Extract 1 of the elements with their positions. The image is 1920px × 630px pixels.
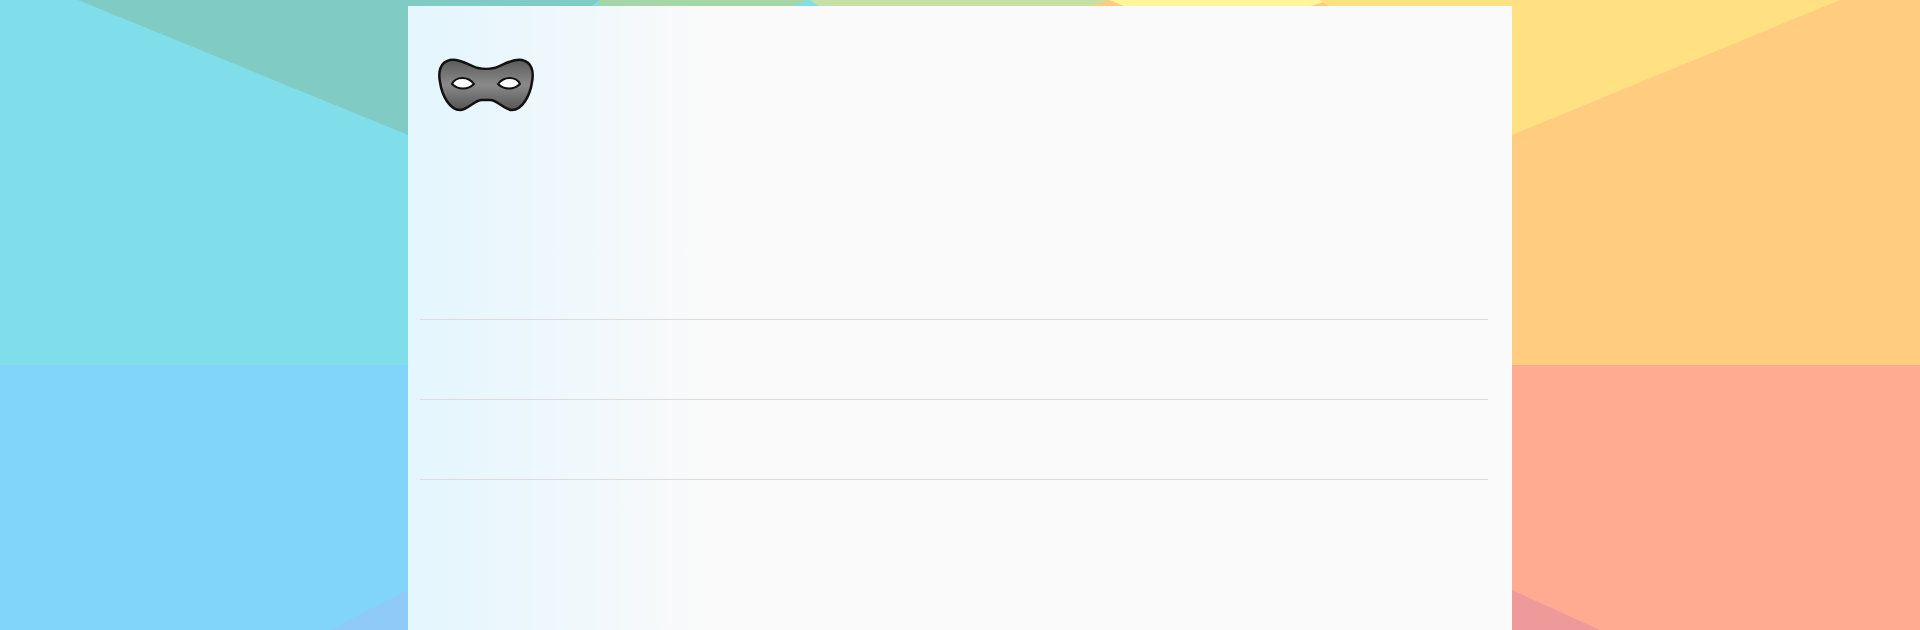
mask-icon: [438, 58, 534, 112]
